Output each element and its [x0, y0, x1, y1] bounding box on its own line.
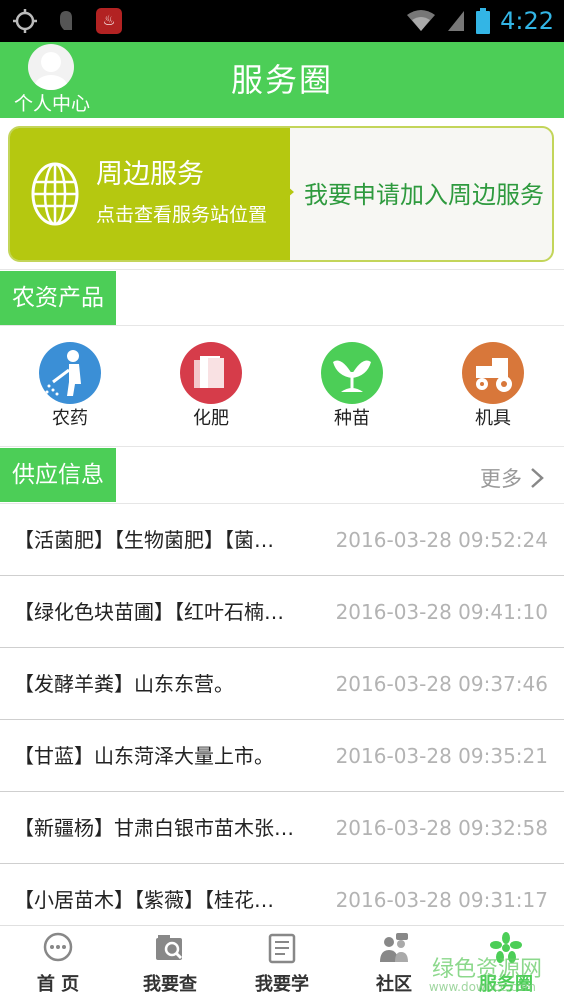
list-item-time: 2016-03-28 09:32:58: [335, 816, 548, 840]
search-folder-icon: [156, 935, 183, 960]
supply-list: 【活菌肥】【生物菌肥】【菌… 2016-03-28 09:52:24 【绿化色块…: [0, 504, 564, 936]
product-seedling[interactable]: 种苗: [302, 342, 402, 431]
more-link[interactable]: 更多: [480, 458, 544, 498]
fertilizer-bag-icon: [180, 342, 242, 404]
page-title: 服务圈: [230, 61, 333, 99]
nav-label: 首 页: [36, 974, 80, 995]
list-item-time: 2016-03-28 09:37:46: [335, 672, 548, 696]
join-nearby-service-link[interactable]: 我要申请加入周边服务 »: [304, 178, 552, 212]
nearby-service-banner[interactable]: 周边服务 点击查看服务站位置 我要申请加入周边服务 »: [8, 126, 554, 262]
section-title-products: 农资产品: [0, 271, 116, 325]
community-icon: [380, 933, 408, 962]
list-item-time: 2016-03-28 09:35:21: [335, 744, 548, 768]
list-item-title: 【绿化色块苗圃】【红叶石楠…: [14, 600, 284, 624]
sprayer-icon: [39, 342, 101, 404]
nearby-service-subtitle: 点击查看服务站位置: [96, 204, 268, 226]
list-item[interactable]: 【绿化色块苗圃】【红叶石楠… 2016-03-28 09:41:10: [0, 576, 564, 648]
list-item-time: 2016-03-28 09:41:10: [335, 600, 548, 624]
list-item[interactable]: 【新疆杨】甘肃白银市苗木张… 2016-03-28 09:32:58: [0, 792, 564, 864]
nav-home[interactable]: 首 页: [2, 926, 114, 1006]
divider: [0, 446, 564, 447]
nav-label: 我要查: [143, 974, 197, 995]
list-item-title: 【活菌肥】【生物菌肥】【菌…: [14, 528, 274, 552]
nearby-service-panel[interactable]: 周边服务 点击查看服务站位置: [10, 128, 294, 260]
product-fertilizer[interactable]: 化肥: [161, 342, 261, 431]
watermark: 绿色资源网: [431, 957, 542, 982]
globe-icon: [31, 162, 79, 226]
nav-search[interactable]: 我要查: [114, 926, 226, 1006]
nearby-service-title: 周边服务: [96, 159, 204, 190]
seedling-icon: [321, 342, 383, 404]
divider: [0, 269, 564, 270]
chevron-right-icon: [531, 468, 544, 488]
list-item[interactable]: 【活菌肥】【生物菌肥】【菌… 2016-03-28 09:52:24: [0, 504, 564, 576]
list-item[interactable]: 【甘蓝】山东菏泽大量上市。 2016-03-28 09:35:21: [0, 720, 564, 792]
product-pesticide[interactable]: 农药: [20, 342, 120, 431]
list-item-time: 2016-03-28 09:52:24: [335, 528, 548, 552]
product-machinery[interactable]: 机具: [443, 342, 543, 431]
crosshair-icon: [13, 9, 37, 33]
divider: [0, 325, 564, 326]
tractor-icon: [462, 342, 524, 404]
title-bar: 个人中心 服务圈: [0, 42, 564, 118]
section-title-supply: 供应信息: [0, 448, 116, 502]
list-item[interactable]: 【发酵羊粪】山东东营。 2016-03-28 09:37:46: [0, 648, 564, 720]
product-label: 化肥: [193, 408, 229, 429]
product-label: 种苗: [334, 408, 370, 429]
status-bar: ♨ 4:22: [0, 0, 564, 42]
more-label: 更多: [480, 467, 522, 491]
clock: 4:22: [500, 7, 554, 35]
product-label: 机具: [475, 408, 511, 429]
nav-learn[interactable]: 我要学: [226, 926, 338, 1006]
list-item-time: 2016-03-28 09:31:17: [335, 888, 548, 912]
list-item-title: 【甘蓝】山东菏泽大量上市。: [14, 744, 274, 768]
list-item-title: 【新疆杨】甘肃白银市苗木张…: [14, 816, 294, 840]
signal-icon: [448, 11, 465, 31]
nav-label: 我要学: [255, 974, 309, 995]
watermark-url: www.downcc.com: [428, 980, 536, 994]
chat-bubble-icon: [43, 932, 73, 962]
app-badge-icon: ♨: [96, 8, 122, 34]
list-item-title: 【小居苗木】【紫薇】【桂花…: [14, 888, 274, 912]
product-label: 农药: [52, 408, 88, 429]
hand-icon: [60, 11, 72, 30]
wifi-icon: [407, 10, 436, 31]
list-item-title: 【发酵羊粪】山东东营。: [14, 672, 234, 696]
battery-icon: [476, 8, 491, 34]
notebook-icon: [268, 933, 296, 964]
